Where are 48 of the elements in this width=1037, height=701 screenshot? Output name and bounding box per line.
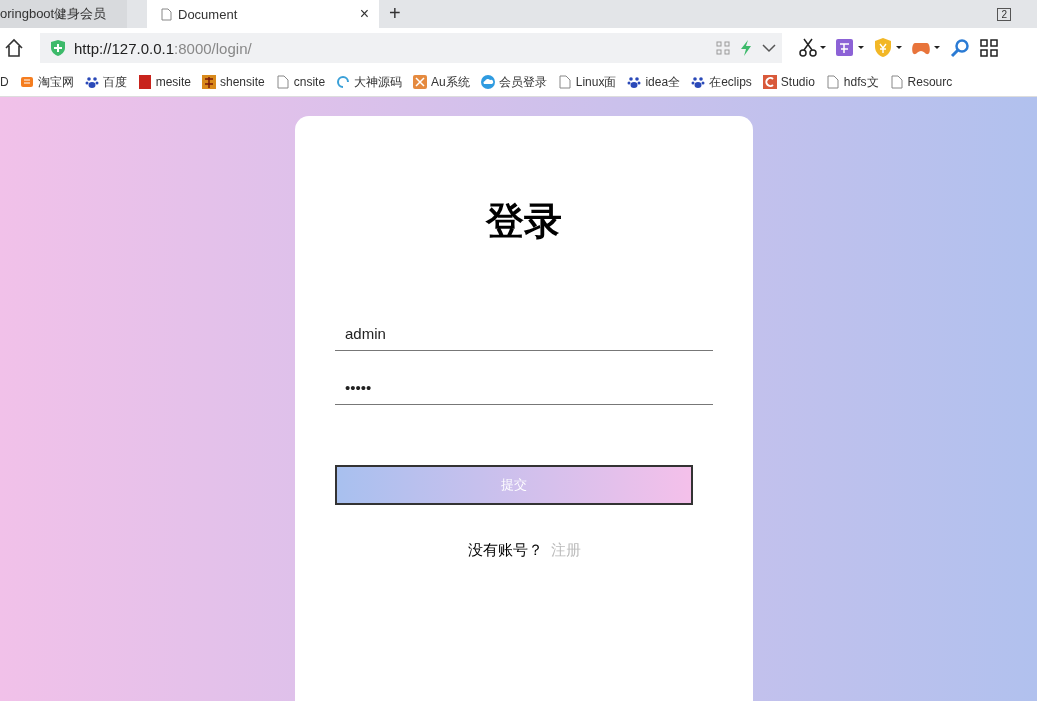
bookmark-item[interactable]: Linux面: [557, 73, 617, 91]
square-icon: [413, 75, 428, 89]
bookmark-item[interactable]: cnsite: [275, 75, 326, 89]
bookmark-item[interactable]: hdfs文: [825, 73, 879, 91]
square-icon: [137, 75, 152, 89]
swirl-icon: [336, 75, 351, 89]
shield-icon: [50, 39, 66, 57]
search-icon[interactable]: [950, 38, 970, 58]
chevron-down-icon[interactable]: [762, 43, 776, 53]
window-count-badge[interactable]: 2: [997, 7, 1011, 21]
shield-icon[interactable]: [874, 38, 902, 58]
bookmark-item[interactable]: Resourc: [889, 75, 953, 89]
bookmark-item[interactable]: D: [0, 75, 9, 89]
page-icon: [889, 75, 904, 89]
scissors-icon[interactable]: [798, 38, 826, 58]
no-account-text: 没有账号？: [467, 541, 543, 558]
close-icon[interactable]: ×: [359, 5, 369, 23]
taobao-icon: [19, 75, 34, 89]
square-icon: [762, 75, 777, 89]
paw-icon: [691, 75, 706, 89]
translate-icon[interactable]: [836, 38, 864, 58]
bookmark-item[interactable]: 大神源码: [336, 73, 403, 91]
bookmark-item[interactable]: 淘宝网: [19, 73, 74, 91]
page-icon: [825, 75, 840, 89]
bookmark-item[interactable]: 百度: [84, 73, 127, 91]
address-bar[interactable]: http://127.0.0.1:8000/login/: [40, 33, 782, 63]
bookmark-item[interactable]: Studio: [762, 75, 815, 89]
bookmark-item[interactable]: mesite: [137, 75, 191, 89]
url-text: http://127.0.0.1:8000/login/: [74, 39, 253, 57]
page-icon: [557, 75, 572, 89]
bookmark-item[interactable]: shensite: [202, 75, 265, 89]
home-icon[interactable]: [4, 38, 24, 58]
square-icon: [202, 75, 216, 89]
page-icon: [161, 7, 172, 21]
lightning-icon[interactable]: [740, 40, 752, 56]
paw-icon: [627, 75, 642, 89]
login-title: 登录: [486, 199, 562, 244]
apps-grid-icon[interactable]: [980, 39, 998, 57]
cloud-icon: [480, 75, 495, 89]
bookmark-item[interactable]: 在eclips: [691, 73, 752, 91]
page-icon: [275, 75, 290, 89]
bookmark-item[interactable]: 会员登录: [480, 73, 547, 91]
paw-icon: [84, 75, 99, 89]
bookmark-item[interactable]: Au系统: [413, 73, 470, 91]
bookmark-item[interactable]: idea全: [627, 73, 681, 91]
browser-tab[interactable]: Document ×: [147, 0, 379, 28]
new-tab-button[interactable]: +: [379, 0, 411, 28]
browser-tab[interactable]: oringboot健身会员: [0, 0, 127, 28]
